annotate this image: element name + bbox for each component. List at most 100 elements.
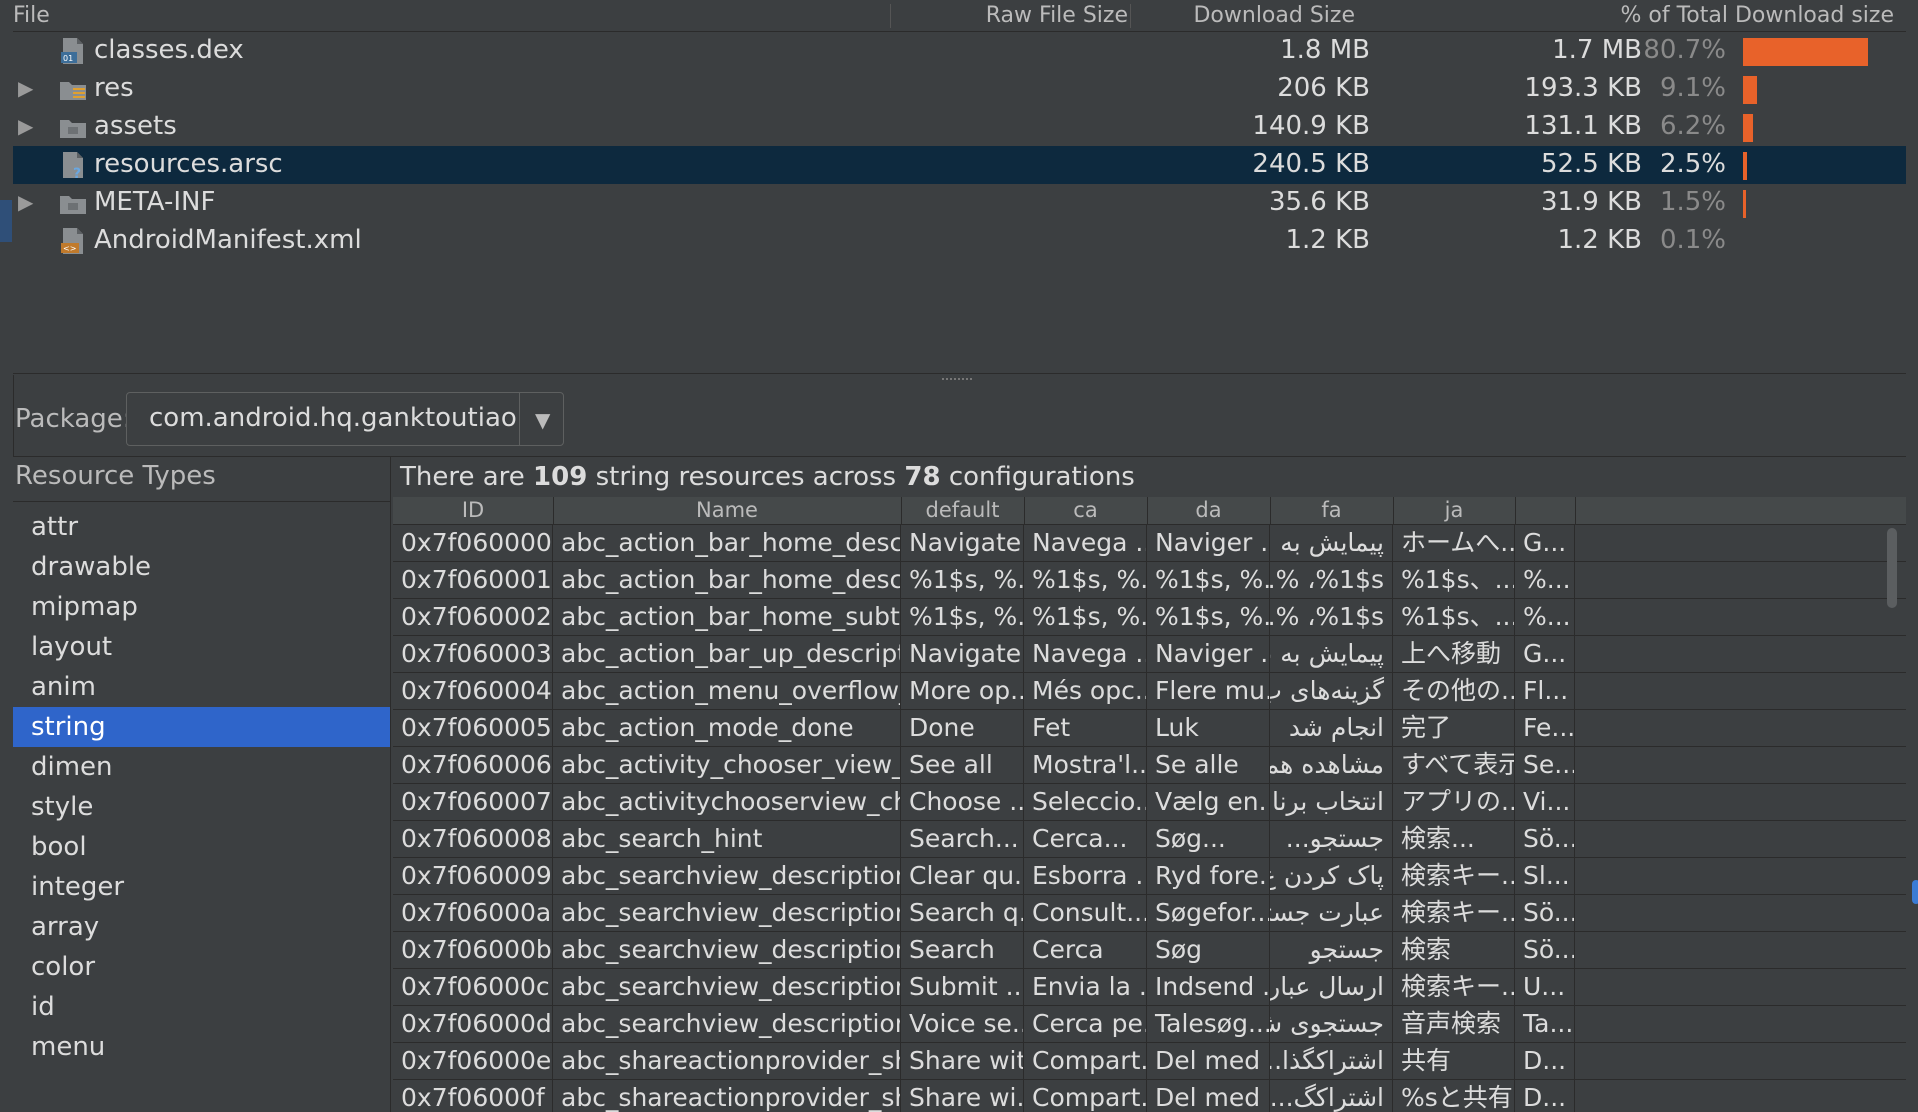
resource-type-layout[interactable]: layout bbox=[13, 627, 390, 667]
tree-row[interactable]: ▶ META-INF 35.6 KB 31.9 KB 1.5% bbox=[13, 184, 1906, 222]
cell-name: abc_shareactionprovider_share_with_... bbox=[553, 1080, 901, 1112]
table-row[interactable]: 0x7f06000dabc_searchview_description_voi… bbox=[393, 1006, 1906, 1043]
header-percent-total[interactable]: % of Total Download size bbox=[1621, 3, 1894, 28]
tree-row[interactable]: 01 classes.dex 1.8 MB 1.7 MB 80.7% bbox=[13, 32, 1906, 70]
tree-row[interactable]: ▶ assets 140.9 KB 131.1 KB 6.2% bbox=[13, 108, 1906, 146]
table-row[interactable]: 0x7f06000aabc_searchview_description_que… bbox=[393, 895, 1906, 932]
expand-arrow-icon[interactable]: ▶ bbox=[18, 190, 33, 214]
expand-arrow-icon[interactable]: ▶ bbox=[18, 76, 33, 100]
cell-ca: Navega ... bbox=[1024, 636, 1147, 672]
resource-types-title: Resource Types bbox=[15, 461, 216, 491]
resource-type-menu[interactable]: menu bbox=[13, 1027, 390, 1067]
column-separator[interactable] bbox=[1130, 4, 1131, 28]
table-row[interactable]: 0x7f060006abc_activity_chooser_view_see_… bbox=[393, 747, 1906, 784]
cell-da: Del med bbox=[1147, 1043, 1270, 1079]
cell-fa: جستجوی ش... bbox=[1270, 1006, 1393, 1042]
raw-file-size: 140.9 KB bbox=[1252, 111, 1370, 141]
cell-fa: اشتراکگذا... bbox=[1270, 1043, 1393, 1079]
resource-type-integer[interactable]: integer bbox=[13, 867, 390, 907]
resource-type-array[interactable]: array bbox=[13, 907, 390, 947]
summary-text: There are 109 string resources across 78… bbox=[400, 462, 1135, 492]
download-size: 193.3 KB bbox=[1524, 73, 1642, 103]
resource-type-attr[interactable]: attr bbox=[13, 507, 390, 547]
cell-ca: Consult... bbox=[1024, 895, 1147, 931]
cell-da: Søg bbox=[1147, 932, 1270, 968]
cell-next: Sl... bbox=[1515, 858, 1575, 894]
column-header[interactable]: ja bbox=[1393, 497, 1516, 524]
column-header[interactable]: fa bbox=[1270, 497, 1394, 524]
summary-configs: 78 bbox=[904, 462, 941, 492]
cell-da: %1$s, %... bbox=[1147, 562, 1270, 598]
table-row[interactable]: 0x7f06000cabc_searchview_description_sub… bbox=[393, 969, 1906, 1006]
cell-da: Søgefor... bbox=[1147, 895, 1270, 931]
column-header[interactable]: ca bbox=[1024, 497, 1148, 524]
cell-id: 0x7f060003 bbox=[393, 636, 553, 672]
header-raw-size[interactable]: Raw File Size bbox=[986, 3, 1128, 28]
tree-row[interactable]: ▶ res 206 KB 193.3 KB 9.1% bbox=[13, 70, 1906, 108]
cell-fa: انتخاب برنامه bbox=[1270, 784, 1393, 820]
column-header[interactable]: da bbox=[1147, 497, 1271, 524]
package-value: com.android.hq.ganktoutiao bbox=[149, 403, 517, 433]
folder-icon bbox=[58, 188, 88, 218]
edge-indicator bbox=[1912, 880, 1918, 904]
package-dropdown[interactable]: com.android.hq.ganktoutiao ▼ bbox=[126, 392, 564, 446]
dropdown-divider bbox=[519, 393, 520, 445]
table-row[interactable]: 0x7f060000abc_action_bar_home_descriptio… bbox=[393, 525, 1906, 562]
resource-type-dimen[interactable]: dimen bbox=[13, 747, 390, 787]
table-row[interactable]: 0x7f06000eabc_shareactionprovider_share_… bbox=[393, 1043, 1906, 1080]
resource-type-color[interactable]: color bbox=[13, 947, 390, 987]
cell-ca: Cerca pe... bbox=[1024, 1006, 1147, 1042]
cell-id: 0x7f06000c bbox=[393, 969, 553, 1005]
cell-ca: Seleccio... bbox=[1024, 784, 1147, 820]
table-row[interactable]: 0x7f06000babc_searchview_description_sea… bbox=[393, 932, 1906, 969]
tree-row[interactable]: ? resources.arsc 240.5 KB 52.5 KB 2.5% bbox=[13, 146, 1906, 184]
column-header[interactable]: Name bbox=[553, 497, 902, 524]
table-row[interactable]: 0x7f060009abc_searchview_description_cle… bbox=[393, 858, 1906, 895]
table-row[interactable]: 0x7f060001abc_action_bar_home_descriptio… bbox=[393, 562, 1906, 599]
cell-name: abc_action_bar_home_description bbox=[553, 525, 901, 561]
resource-type-mipmap[interactable]: mipmap bbox=[13, 587, 390, 627]
splitter-grip-icon[interactable] bbox=[942, 378, 972, 386]
table-scrollbar[interactable] bbox=[1887, 528, 1897, 608]
cell-default: Share wi... bbox=[901, 1080, 1024, 1112]
cell-default: Share with bbox=[901, 1043, 1024, 1079]
header-file[interactable]: File bbox=[13, 3, 50, 28]
resource-type-id[interactable]: id bbox=[13, 987, 390, 1027]
table-row[interactable]: 0x7f060002abc_action_bar_home_subtitle_d… bbox=[393, 599, 1906, 636]
resource-type-drawable[interactable]: drawable bbox=[13, 547, 390, 587]
table-row[interactable]: 0x7f060003abc_action_bar_up_descriptionN… bbox=[393, 636, 1906, 673]
column-header[interactable] bbox=[1515, 497, 1576, 524]
cell-fa: انجام شد bbox=[1270, 710, 1393, 746]
table-row[interactable]: 0x7f060007abc_activitychooserview_choose… bbox=[393, 784, 1906, 821]
cell-next: Sö... bbox=[1515, 821, 1575, 857]
tree-row[interactable]: <> AndroidManifest.xml 1.2 KB 1.2 KB 0.1% bbox=[13, 222, 1906, 260]
table-row[interactable]: 0x7f060004abc_action_menu_overflow_descr… bbox=[393, 673, 1906, 710]
tool-strip-marker bbox=[0, 200, 12, 242]
table-row[interactable]: 0x7f060008 abc_search_hint Search... Cerca.… bbox=[393, 821, 1906, 858]
table-row[interactable]: 0x7f060005 abc_action_mode_done Done Fet Luk… bbox=[393, 710, 1906, 747]
cell-id: 0x7f060009 bbox=[393, 858, 553, 894]
cell-ca: %1$s, %... bbox=[1024, 562, 1147, 598]
download-size: 131.1 KB bbox=[1524, 111, 1642, 141]
cell-next: %... bbox=[1515, 599, 1575, 635]
header-download-size[interactable]: Download Size bbox=[1193, 3, 1355, 28]
resource-type-style[interactable]: style bbox=[13, 787, 390, 827]
resource-type-bool[interactable]: bool bbox=[13, 827, 390, 867]
resource-type-anim[interactable]: anim bbox=[13, 667, 390, 707]
resource-type-string[interactable]: string bbox=[13, 707, 390, 747]
table-row[interactable]: 0x7f06000fabc_shareactionprovider_share_… bbox=[393, 1080, 1906, 1112]
raw-file-size: 240.5 KB bbox=[1252, 149, 1370, 179]
column-header[interactable]: default bbox=[901, 497, 1025, 524]
xml-file-icon: <> bbox=[58, 226, 88, 256]
cell-da: Indsend ... bbox=[1147, 969, 1270, 1005]
expand-arrow-icon[interactable]: ▶ bbox=[18, 114, 33, 138]
summary-suffix: configurations bbox=[940, 462, 1135, 492]
raw-file-size: 1.8 MB bbox=[1280, 35, 1370, 65]
column-header[interactable]: ID bbox=[393, 497, 554, 524]
left-tool-strip bbox=[0, 0, 14, 1112]
column-separator[interactable] bbox=[890, 4, 891, 28]
chevron-down-icon[interactable]: ▼ bbox=[535, 408, 550, 432]
file-name: res bbox=[94, 73, 134, 103]
file-name: assets bbox=[94, 111, 177, 141]
cell-default: Done bbox=[901, 710, 1024, 746]
